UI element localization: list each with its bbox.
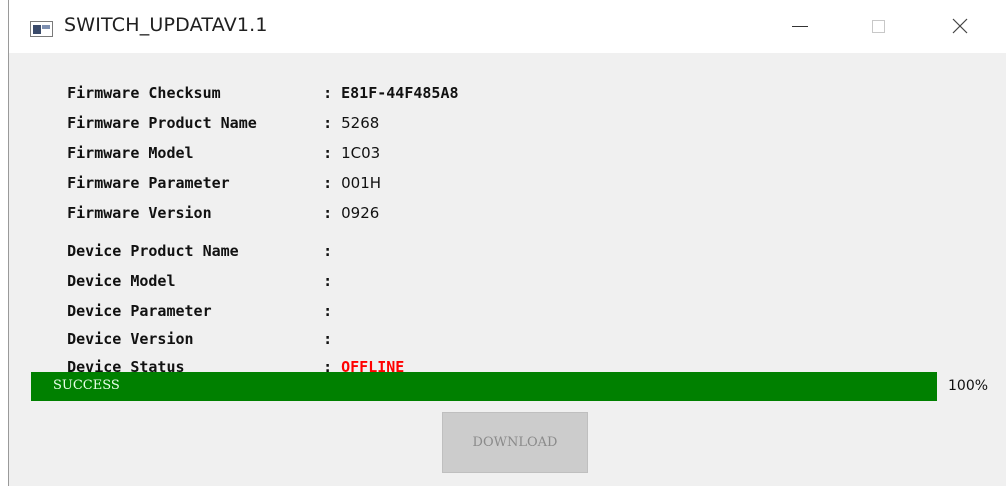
minimize-button[interactable] xyxy=(779,8,821,44)
app-window-icon xyxy=(30,21,53,37)
device-parameter-row: Device Parameter: xyxy=(67,302,333,320)
close-icon xyxy=(952,18,968,34)
device-version-row: Device Version: xyxy=(67,330,333,348)
close-button[interactable] xyxy=(939,8,981,44)
maximize-icon xyxy=(871,19,885,33)
progress-fill xyxy=(31,372,937,401)
firmware-product-name-row: Firmware Product Name:5268 xyxy=(67,114,380,132)
download-button[interactable]: DOWNLOAD xyxy=(442,412,588,473)
device-model-row: Device Model: xyxy=(67,272,333,290)
progress-bar: SUCCESS xyxy=(31,372,937,401)
firmware-parameter-row: Firmware Parameter:001H xyxy=(67,174,382,192)
window-title: SWITCH_UPDATAV1.1 xyxy=(64,14,268,36)
progress-percent-label: 100% xyxy=(948,378,989,394)
app-window: SWITCH_UPDATAV1.1 Firmware Checksum: E81F… xyxy=(8,0,1006,486)
field-label: Firmware Version xyxy=(67,204,212,222)
title-bar[interactable]: SWITCH_UPDATAV1.1 xyxy=(9,0,1006,53)
minimize-icon xyxy=(792,25,808,27)
firmware-checksum-row: Firmware Checksum: E81F-44F485A8 xyxy=(67,84,459,102)
firmware-version-value: 0926 xyxy=(341,204,380,222)
firmware-version-row: Firmware Version:0926 xyxy=(67,204,380,222)
device-status-row: Device Status: OFFLINE xyxy=(67,358,405,376)
maximize-button[interactable] xyxy=(857,8,899,44)
firmware-model-row: Firmware Model:1C03 xyxy=(67,144,381,162)
device-product-name-row: Device Product Name: xyxy=(67,242,333,260)
progress-status-text: SUCCESS xyxy=(53,378,120,393)
